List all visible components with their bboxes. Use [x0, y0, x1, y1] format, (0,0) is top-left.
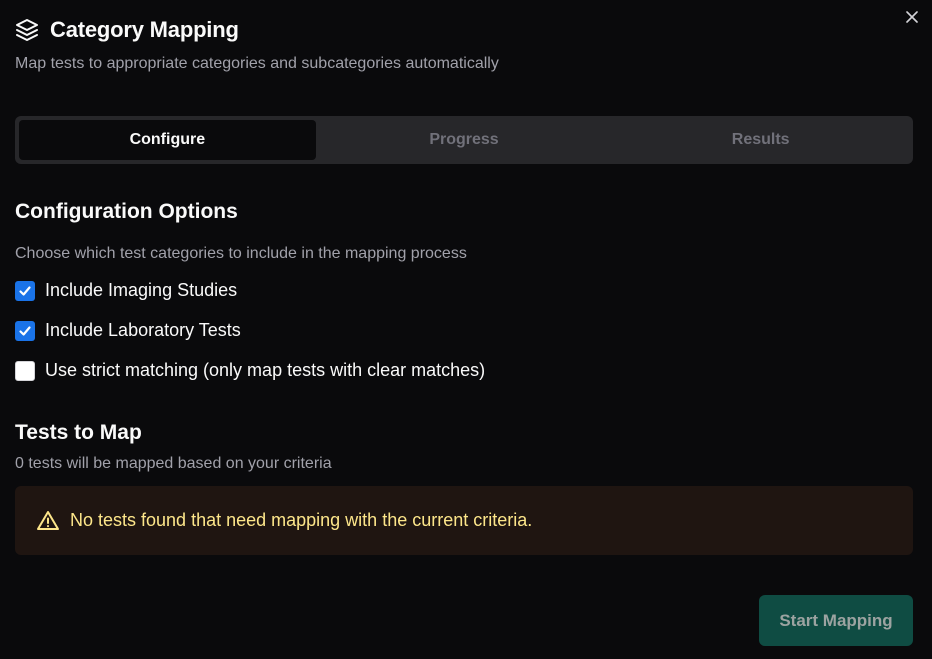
start-mapping-button[interactable]: Start Mapping	[759, 595, 913, 646]
tab-list: Configure Progress Results	[15, 116, 913, 164]
tab-results[interactable]: Results	[612, 120, 909, 160]
tests-count: 0 tests will be mapped based on your cri…	[15, 455, 332, 472]
checkmark-icon	[19, 325, 31, 336]
close-icon	[906, 11, 918, 23]
config-description: Choose which test categories to include …	[15, 245, 467, 262]
option-label: Include Imaging Studies	[45, 280, 238, 300]
dialog-subtitle: Map tests to appropriate categories and …	[15, 55, 499, 72]
option-laboratory-tests[interactable]: Include Laboratory Tests	[15, 320, 241, 341]
tab-progress[interactable]: Progress	[316, 120, 613, 160]
tests-heading: Tests to Map	[15, 421, 142, 444]
config-heading: Configuration Options	[15, 200, 238, 223]
category-mapping-dialog: Category Mapping Map tests to appropriat…	[0, 0, 932, 659]
layers-icon	[16, 19, 38, 41]
checkbox-laboratory-tests[interactable]	[15, 320, 35, 341]
option-label: Include Laboratory Tests	[45, 320, 241, 340]
warning-icon	[37, 510, 59, 530]
option-label: Use strict matching (only map tests with…	[45, 360, 486, 380]
dialog-title: Category Mapping	[50, 17, 239, 42]
option-imaging-studies[interactable]: Include Imaging Studies	[15, 280, 237, 301]
no-tests-alert: No tests found that need mapping with th…	[15, 486, 913, 555]
checkbox-strict-matching[interactable]	[15, 360, 35, 381]
close-button[interactable]	[903, 8, 921, 26]
checkmark-icon	[19, 285, 31, 296]
tab-configure[interactable]: Configure	[19, 120, 316, 160]
dialog-header: Category Mapping	[15, 17, 239, 43]
alert-message: No tests found that need mapping with th…	[70, 510, 533, 530]
checkbox-imaging-studies[interactable]	[15, 280, 35, 301]
option-strict-matching[interactable]: Use strict matching (only map tests with…	[15, 360, 485, 381]
